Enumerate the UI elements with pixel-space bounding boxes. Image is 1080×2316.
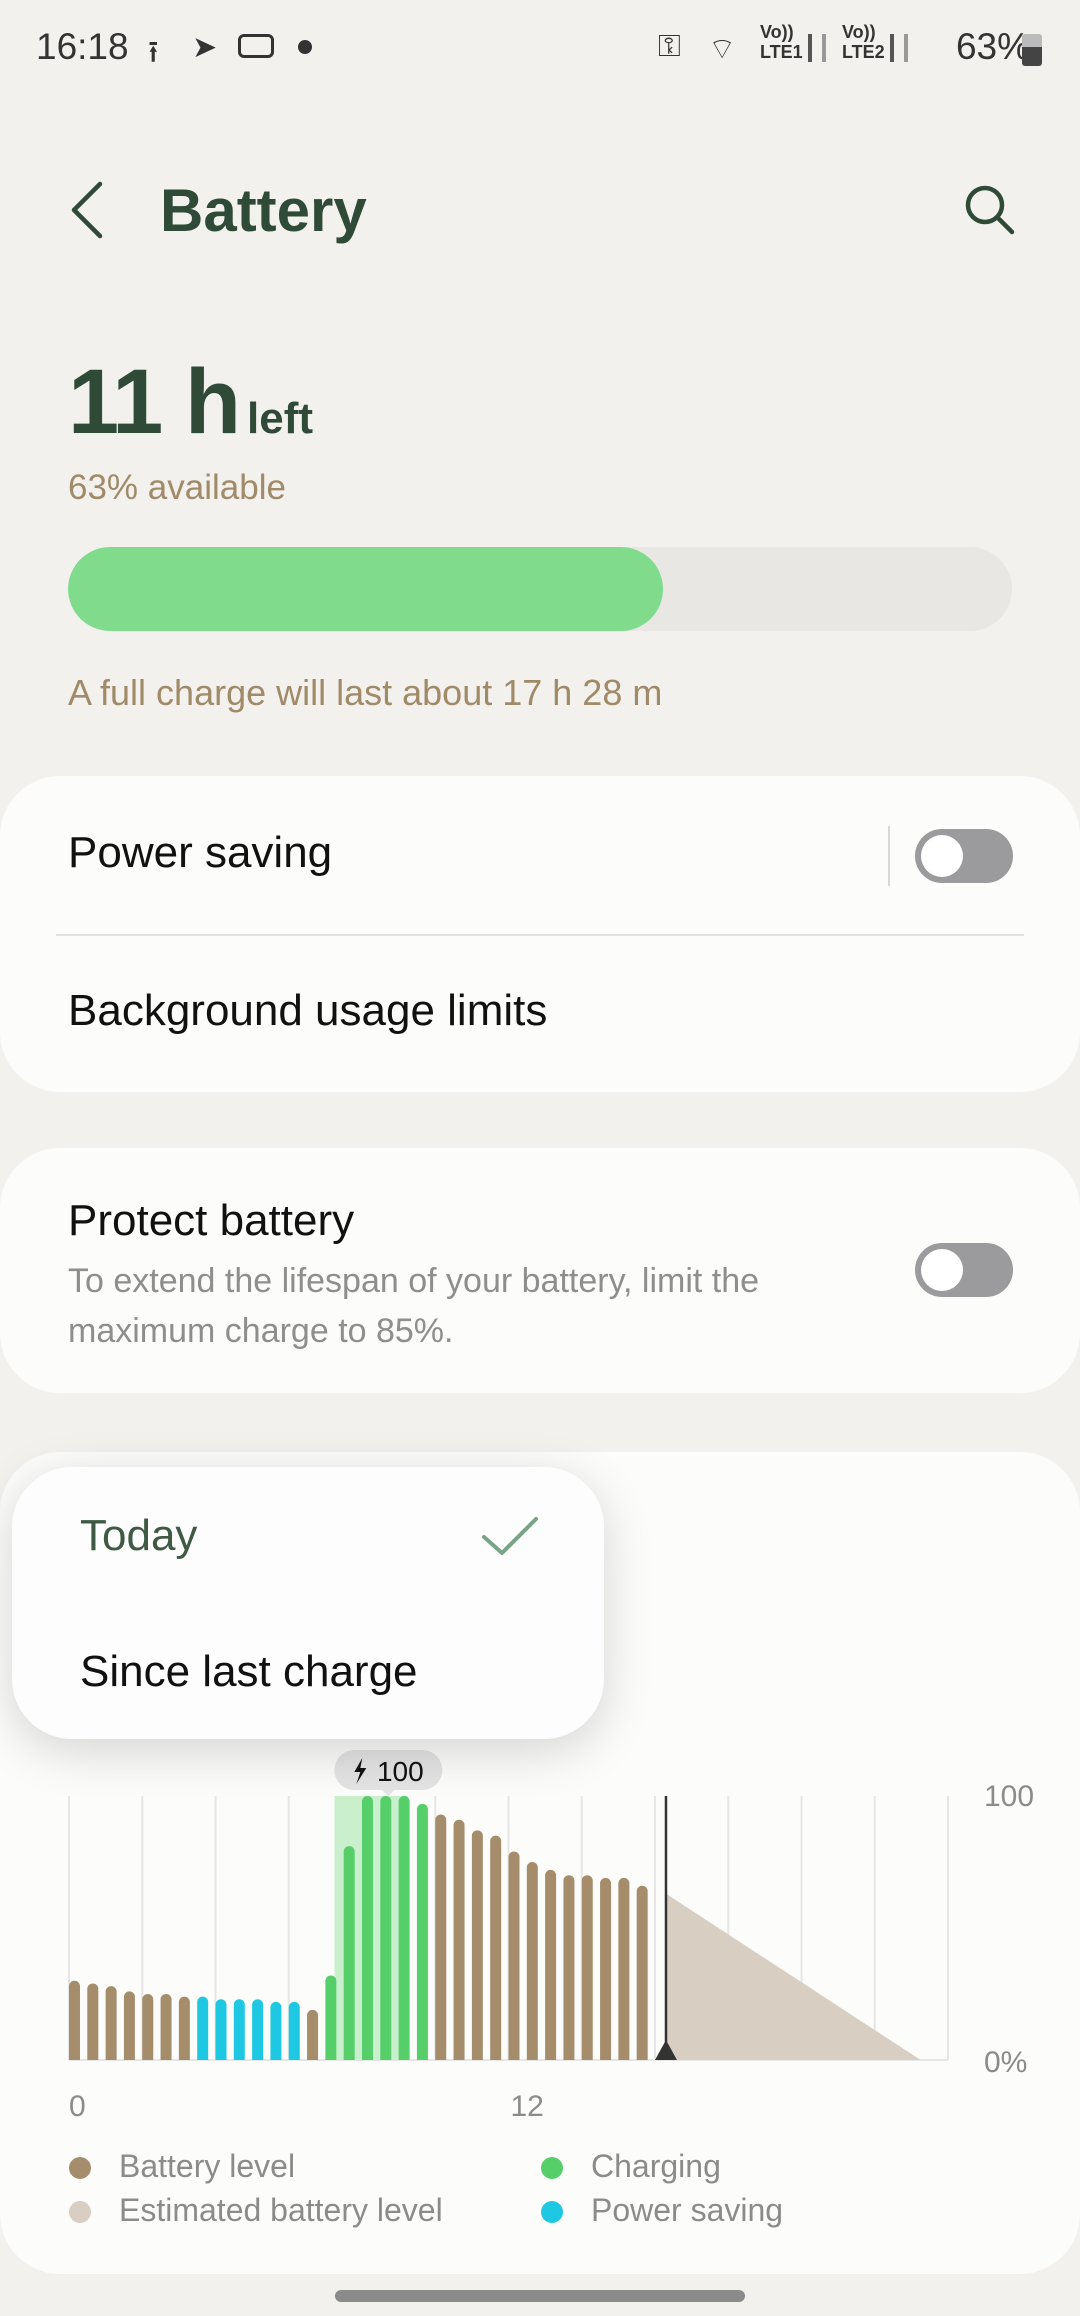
menu-item-since-last-charge[interactable]: Since last charge — [80, 1647, 560, 1697]
legend-label: Power saving — [591, 2192, 784, 2228]
bar-power_saving — [197, 1996, 209, 2060]
bar-charging — [416, 1803, 428, 2060]
bar-battery — [600, 1877, 612, 2060]
time-left-suffix: left — [247, 394, 314, 443]
x-tick-label: 12 — [511, 2090, 544, 2123]
callout-value: 100 — [377, 1756, 424, 1787]
battery-level-fill — [68, 547, 663, 631]
y-tick-label: 100 — [984, 1780, 1034, 1813]
legend-dot-estimated — [69, 2201, 91, 2223]
bar-charging — [398, 1796, 410, 2060]
bar-battery — [68, 1980, 80, 2060]
power-settings-card: Power saving Background usage limits — [0, 776, 1080, 1092]
battery-percent: 63% — [955, 26, 1030, 67]
telegram-icon: ➤ — [192, 31, 218, 64]
bar-battery — [142, 1994, 154, 2060]
protect-battery-label: Protect battery — [68, 1196, 355, 1245]
bar-battery — [87, 1983, 99, 2060]
status-time: 16:18 — [36, 26, 129, 67]
page-title: Battery — [160, 177, 367, 244]
callout-pointer — [381, 1789, 396, 1796]
lte2-label: LTE2 — [842, 42, 885, 62]
bar-battery — [105, 1986, 117, 2060]
background-usage-limits-item[interactable]: Background usage limits — [68, 986, 1012, 1046]
bar-power_saving — [270, 2001, 282, 2060]
bar-battery — [471, 1830, 483, 2060]
bar-power_saving — [288, 2001, 300, 2060]
power-saving-item[interactable]: Power saving — [68, 828, 898, 888]
bar-battery — [618, 1877, 630, 2060]
bar-battery — [545, 1869, 557, 2060]
chart-legend: Battery level Charging Estimated battery… — [0, 2148, 1080, 2238]
volte-label: Vo)) — [842, 22, 876, 42]
volte-lte1-signal-icon: Vo)) LTE1 — [760, 22, 803, 62]
check-icon — [482, 1517, 538, 1555]
divider — [888, 826, 890, 886]
bar-battery — [178, 1996, 190, 2060]
bar-charging — [343, 1846, 355, 2060]
bar-charging — [380, 1796, 392, 2060]
bar-battery — [636, 1885, 648, 2060]
bar-battery — [526, 1862, 538, 2060]
bar-power_saving — [252, 1999, 264, 2060]
toggle-knob — [921, 1249, 963, 1291]
time-left: 11 h left — [68, 350, 313, 455]
lte1-label: LTE1 — [760, 42, 803, 62]
home-indicator[interactable] — [335, 2290, 745, 2302]
legend-label: Charging — [591, 2148, 721, 2184]
protect-battery-toggle[interactable] — [915, 1243, 1013, 1297]
estimated-area — [665, 1893, 921, 2060]
protect-battery-card[interactable]: Protect battery To extend the lifespan o… — [0, 1148, 1080, 1393]
bar-charging — [361, 1796, 373, 2060]
toggle-knob — [921, 835, 963, 877]
bar-battery — [508, 1851, 520, 2060]
volte-label: Vo)) — [760, 22, 794, 42]
x-tick-label: 0 — [69, 2090, 86, 2123]
bar-battery — [490, 1835, 502, 2060]
battery-available: 63% available — [68, 468, 286, 507]
divider — [56, 934, 1024, 936]
vpn-key-icon: ⚿ — [658, 30, 681, 63]
signal-bars-icon — [808, 34, 826, 62]
bar-power_saving — [233, 1999, 245, 2060]
search-icon[interactable] — [962, 182, 1018, 238]
notification-dot-icon — [298, 40, 312, 54]
full-charge-estimate: A full charge will last about 17 h 28 m — [68, 672, 663, 713]
vpn-pill-icon — [238, 34, 274, 58]
back-arrow-icon[interactable] — [66, 180, 110, 240]
y-tick-label: 0% — [984, 2046, 1027, 2079]
legend-label: Battery level — [119, 2148, 296, 2184]
legend-dot-battery-level — [69, 2157, 91, 2179]
bar-power_saving — [215, 1999, 227, 2060]
bar-battery — [581, 1875, 593, 2060]
legend-label: Estimated battery level — [119, 2192, 443, 2228]
time-left-value: 11 h — [68, 351, 241, 453]
bar-battery — [123, 1991, 135, 2060]
wifi-icon: ⌔ — [708, 33, 737, 66]
status-bar: 16:18 ⭱ ➤ ⚿ ⌔ Vo)) LTE1 Vo)) LTE2 63% — [0, 20, 1080, 76]
bar-battery — [307, 2009, 319, 2060]
battery-icon — [1022, 34, 1042, 66]
battery-usage-chart: 100 100 0% 0 12 — [68, 1750, 1034, 2123]
volte-lte2-signal-icon: Vo)) LTE2 — [842, 22, 885, 62]
bar-charging — [325, 1975, 337, 2060]
legend-dot-power-saving — [541, 2201, 563, 2223]
signal-bars-icon — [890, 34, 908, 62]
power-saving-toggle[interactable] — [915, 829, 1013, 883]
legend-dot-charging — [541, 2157, 563, 2179]
bar-battery — [160, 1994, 172, 2060]
upload-icon: ⭱ — [148, 36, 159, 69]
protect-battery-description: To extend the lifespan of your battery, … — [68, 1262, 760, 1350]
bar-battery — [435, 1814, 447, 2060]
period-dropdown-menu: Today Since last charge — [12, 1467, 604, 1739]
battery-level-bar — [68, 547, 1012, 631]
bar-battery — [563, 1875, 575, 2060]
bar-battery — [453, 1819, 465, 2060]
